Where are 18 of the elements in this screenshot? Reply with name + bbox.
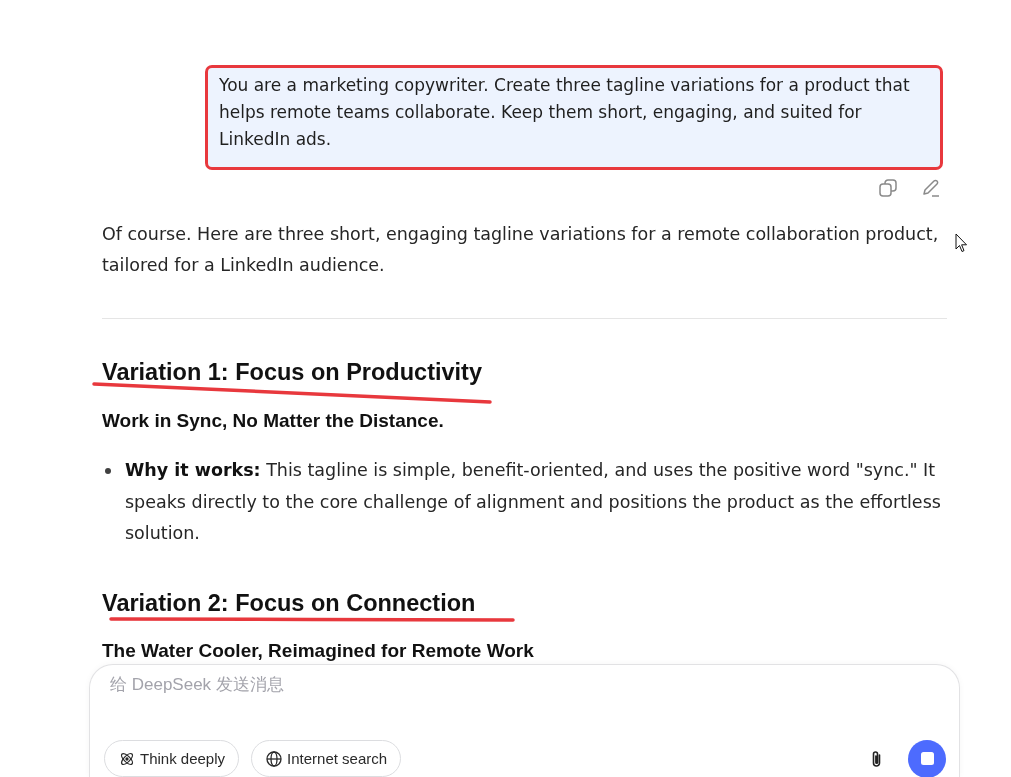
response-intro: Of course. Here are three short, engaging tagline variations for a remote collaboration product, tailored for a LinkedIn audience. (102, 223, 940, 277)
section-heading: Variation 1: Focus on Productivity (102, 358, 482, 387)
bullet-icon (105, 468, 111, 474)
message-input[interactable]: 给 DeepSeek 发送消息 (104, 670, 536, 700)
copy-icon[interactable] (879, 179, 897, 197)
edit-icon[interactable] (922, 179, 940, 197)
bullet-text: Why it works: This tagline is simple, benefit-oriented, and uses the positive word "sync." It speaks directly to the core challenge of alignment and positions the product as the effortless solution. (125, 459, 942, 545)
tagline-text: The Water Cooler, Reimagined for Remote Work (102, 639, 535, 663)
section-heading: Variation 2: Focus on Connection (102, 588, 476, 618)
atom-icon (119, 750, 135, 767)
globe-icon (266, 750, 283, 767)
mouse-cursor-icon (955, 233, 968, 253)
tagline-text: Work in Sync, No Matter the Distance. (102, 408, 445, 433)
stop-button[interactable] (908, 739, 946, 777)
option-toggle[interactable]: Think deeply (104, 740, 240, 777)
stop-icon (920, 752, 934, 765)
user-message: You are a marketing copywriter. Create three tagline variations for a product that helps remote teams collaborate. Keep them short, engaging, and suited for LinkedIn ads. (205, 65, 943, 170)
option-toggle[interactable]: Internet search (251, 740, 402, 777)
